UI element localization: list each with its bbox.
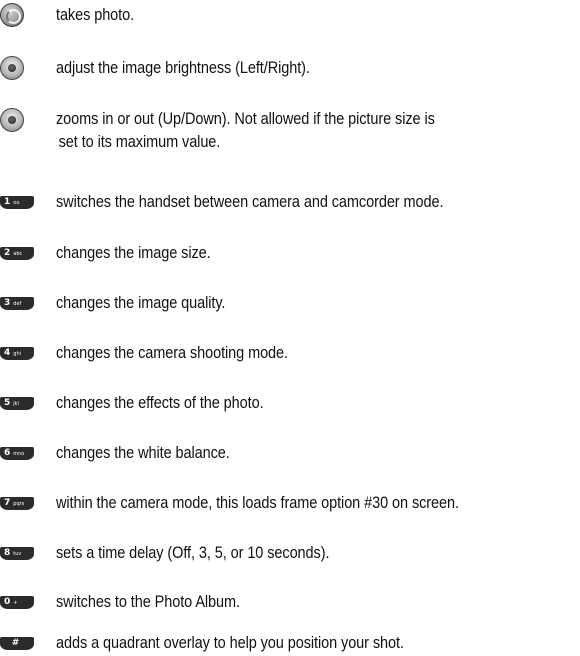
camera-key-icon bbox=[0, 3, 24, 27]
navigation-key-left-right-icon bbox=[0, 56, 24, 80]
item-description: changes the white balance. bbox=[56, 444, 230, 462]
item-description: sets a time delay (Off, 3, 5, or 10 seco… bbox=[56, 544, 330, 562]
key-pound-icon: # bbox=[0, 637, 34, 650]
key-3-icon: 3 def bbox=[0, 297, 34, 310]
key-8-icon: 8 tuv bbox=[0, 547, 34, 560]
key-5-icon: 5 jkl bbox=[0, 397, 34, 410]
key-0-icon: 0 + bbox=[0, 596, 34, 609]
key-2-icon: 2 abc bbox=[0, 247, 34, 260]
item-description-line: zooms in or out (Up/Down). Not allowed i… bbox=[56, 110, 435, 128]
key-1-icon: 1 oo bbox=[0, 196, 34, 209]
item-description: zooms in or out (Up/Down). Not allowed i… bbox=[56, 108, 435, 154]
item-description: switches to the Photo Album. bbox=[56, 593, 240, 611]
item-description: within the camera mode, this loads frame… bbox=[56, 494, 459, 512]
item-description: switches the handset between camera and … bbox=[56, 193, 444, 211]
item-description: changes the image quality. bbox=[56, 294, 226, 312]
item-description-line: set to its maximum value. bbox=[58, 133, 221, 151]
item-description: changes the effects of the photo. bbox=[56, 394, 264, 412]
key-4-icon: 4 ghi bbox=[0, 347, 34, 360]
item-description: adjust the image brightness (Left/Right)… bbox=[56, 59, 310, 77]
key-7-icon: 7 pqrs bbox=[0, 497, 34, 510]
key-6-icon: 6 mno bbox=[0, 447, 34, 460]
item-description: changes the camera shooting mode. bbox=[56, 344, 288, 362]
navigation-key-up-down-icon bbox=[0, 108, 24, 132]
item-description: adds a quadrant overlay to help you posi… bbox=[56, 634, 404, 652]
item-description: takes photo. bbox=[56, 6, 135, 24]
item-description: changes the image size. bbox=[56, 244, 211, 262]
